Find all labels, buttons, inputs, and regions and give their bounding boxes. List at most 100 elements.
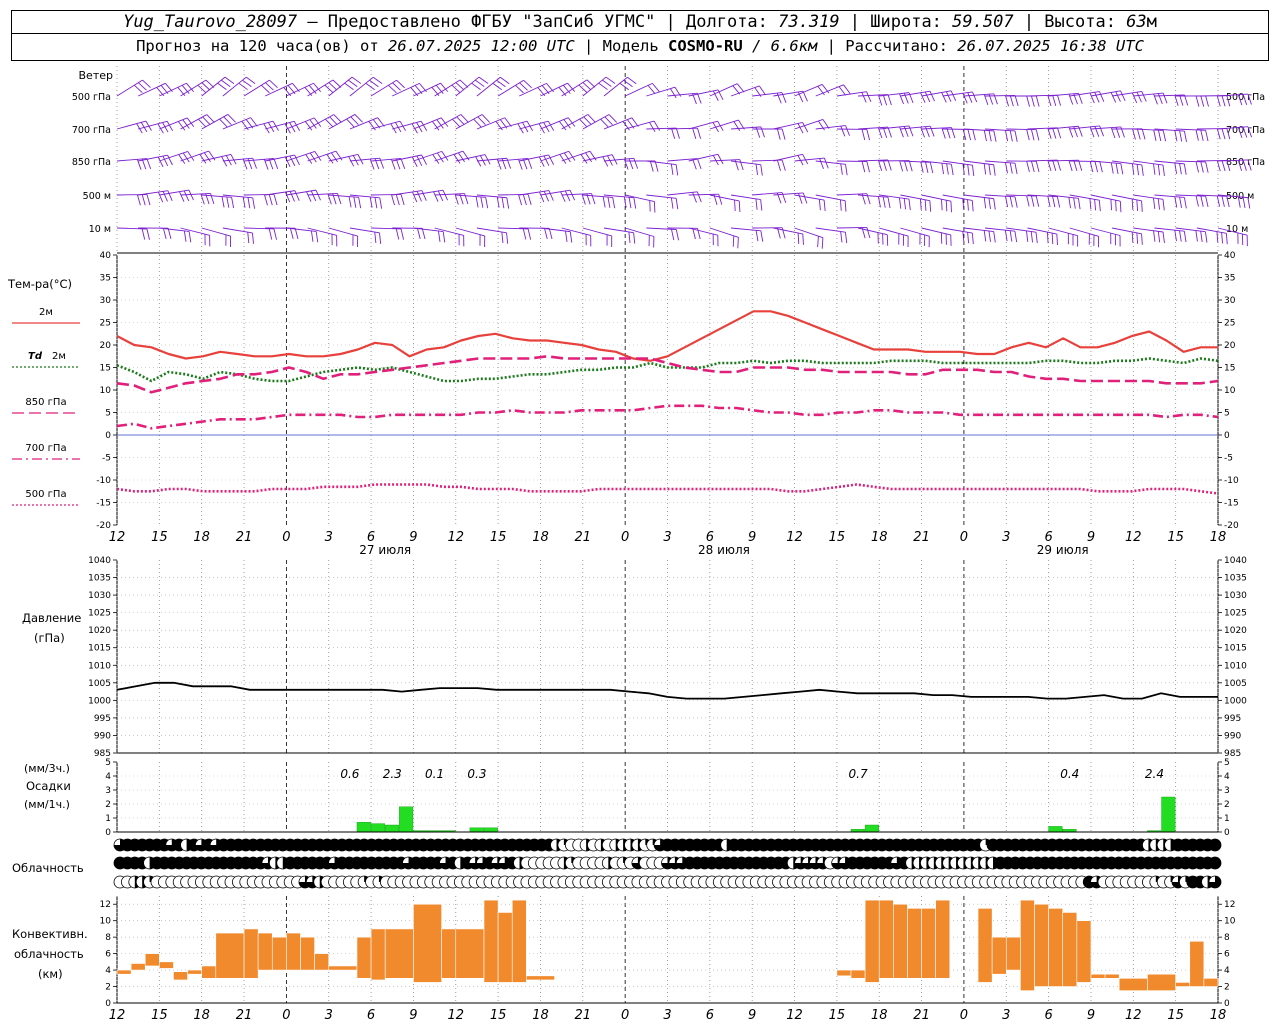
convective-bar [526, 975, 555, 981]
wind-barb-feather [157, 191, 164, 203]
wind-barb-feather [518, 194, 523, 206]
wind-barb-feather [437, 230, 441, 242]
wind-barb-feather [619, 82, 630, 91]
cloud-symbol-fill [1209, 839, 1221, 851]
convective-bar [836, 969, 852, 977]
wind-barb-feather [1110, 92, 1117, 103]
wind-barb-feather [1205, 95, 1209, 107]
pressure-tick-label: 1005 [88, 679, 111, 689]
wind-barb-feather [1068, 197, 1071, 209]
wind-barb-feather [179, 191, 185, 202]
wind-barb-feather [481, 114, 490, 123]
bottom-time-tick-label: 0 [960, 1008, 968, 1023]
wind-barb-feather [238, 82, 248, 91]
legend-label: Td [28, 351, 43, 362]
precip-bar [1161, 796, 1176, 833]
precip-axis-label: Осадки [26, 779, 71, 793]
wind-barb-feather [929, 162, 934, 174]
wind-barb-feather [501, 197, 505, 209]
wind-barb-feather [781, 227, 786, 239]
wind-barb-feather [337, 193, 342, 205]
wind-barb-feather [252, 232, 254, 244]
wind-barb-feather [718, 194, 723, 205]
wind-barb-feather [496, 79, 506, 88]
wind-barb-feather [224, 76, 235, 84]
wind-barb-feather [1119, 201, 1122, 213]
legend-label: 850 гПа [25, 397, 66, 408]
wind-barb-feather [141, 228, 146, 240]
wind-barb-feather [633, 197, 637, 209]
bottom-time-tick-label: 12 [1125, 1008, 1142, 1023]
bottom-time-tick-label: 0 [282, 1008, 290, 1023]
convective-bar [1020, 899, 1035, 991]
wind-barb-feather [1047, 128, 1052, 139]
wind-level-label: 700 гПа [72, 125, 111, 136]
precip-tick-label: 3 [105, 786, 111, 796]
temperature-tick-label: 40 [1224, 251, 1236, 261]
wind-barb-feather [396, 79, 405, 89]
wind-barb-feather [353, 196, 357, 208]
wind-barb-feather [1051, 233, 1054, 245]
wind-barb-feather [480, 196, 484, 208]
wind-barb-feather [455, 82, 465, 91]
wind-barb-feather [1221, 95, 1226, 107]
wind-barb-feather [227, 114, 236, 123]
wind-barb-feather [675, 164, 679, 176]
wind-level-label: 10 м [89, 224, 111, 235]
wind-barb-feather [1089, 198, 1092, 210]
wind-barb-feather [1031, 161, 1035, 173]
wind-barb-feather [797, 123, 804, 134]
wind-barb-feather [1052, 127, 1057, 139]
wind-barb-feather [1158, 130, 1162, 142]
cloud-axis-label: Облачность [12, 861, 84, 875]
time-tick-label: 15 [151, 530, 168, 545]
wind-barb-feather [523, 79, 532, 89]
wind-barb-feather [967, 92, 973, 103]
pressure-tick-label: 1035 [88, 574, 111, 584]
wind-barb-feather [501, 231, 504, 243]
convective-bar [1034, 903, 1049, 987]
wind-barb-feather [887, 197, 891, 209]
precip-tick-label: 4 [105, 772, 111, 782]
wind-barb-feather [1035, 129, 1040, 141]
pressure-tick-label: 1040 [88, 556, 111, 566]
precip-bar [384, 824, 400, 833]
pressure-tick-label: 1025 [88, 609, 111, 619]
wind-barb-feather [500, 76, 510, 85]
wind-barb-feather [1216, 128, 1221, 140]
pressure-axis-label: Давление [22, 611, 81, 625]
wind-barb-feather [1014, 95, 1019, 107]
wind-barb-feather [696, 191, 702, 203]
precip-tick-label: 1 [1224, 814, 1230, 824]
wind-barb-feather [878, 94, 883, 106]
wind-barb-feather [1014, 196, 1018, 208]
bottom-time-tick-label: 12 [109, 1008, 126, 1023]
wind-barb-feather [188, 189, 194, 201]
wind-barb-feather [527, 194, 532, 206]
wind-barb-feather [187, 151, 195, 161]
wind-level-label: 500 м [83, 191, 111, 202]
wind-barb-feather [205, 79, 215, 88]
wind-barb-feather [1157, 164, 1161, 176]
wind-barb-feather [142, 79, 151, 88]
temperature-tick-label: 30 [1224, 296, 1236, 306]
wind-barb-feather [908, 160, 913, 172]
temperature-tick-label: 0 [105, 431, 111, 441]
wind-barb-feather [146, 228, 150, 240]
wind-barb-feather [1026, 129, 1030, 141]
wind-barb-feather [776, 160, 781, 171]
wind-barb-feather [309, 152, 317, 163]
wind-barb-feather [1221, 195, 1225, 207]
wind-barb-feather [988, 164, 991, 176]
wind-barb-feather [373, 76, 383, 85]
wind-barb-feather [929, 90, 935, 102]
wind-barb-feather [602, 79, 612, 87]
wind-barb-feather [569, 231, 573, 243]
wind-barb-feather [697, 128, 702, 139]
wind-barb-feather [442, 231, 446, 243]
wind-barb-feather [861, 129, 866, 141]
bottom-time-tick-label: 15 [829, 1008, 846, 1023]
wind-barb-feather [506, 232, 509, 244]
pressure-tick-label: 1000 [1224, 696, 1247, 706]
wind-barb-feather [157, 156, 164, 168]
